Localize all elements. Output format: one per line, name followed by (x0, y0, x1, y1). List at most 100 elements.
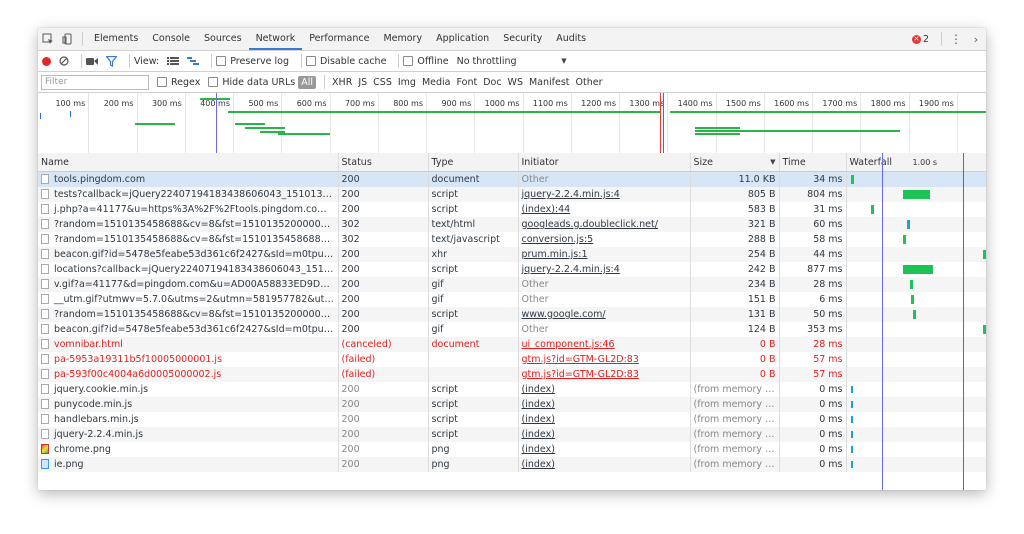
column-header-size[interactable]: Size ▼ (689, 153, 779, 172)
request-initiator-cell[interactable]: ui_component.js:46 (517, 337, 690, 352)
inspect-element-icon[interactable] (38, 28, 58, 50)
request-initiator-cell[interactable]: (index) (517, 412, 690, 427)
capture-screenshots-button[interactable] (86, 57, 98, 66)
waterfall-view-button[interactable] (187, 56, 200, 66)
request-name-cell[interactable]: ie.png (38, 457, 338, 472)
tab-sources[interactable]: Sources (197, 28, 249, 50)
table-row[interactable]: pa-593f00c4004a6d0005000002.js (failed) gt… (38, 367, 986, 382)
tab-application[interactable]: Application (429, 28, 496, 50)
table-row[interactable]: jquery-2.2.4.min.js 200 script (index) (from… (38, 427, 986, 442)
table-row[interactable]: ?random=1510135458688&cv=8&fst=151013520… (38, 217, 986, 232)
more-options-icon[interactable]: ⋮ (946, 28, 966, 50)
request-initiator-cell[interactable]: googleads.g.doubleclick.net/ (517, 217, 690, 232)
filter-input[interactable] (41, 74, 149, 90)
request-name-cell[interactable]: punycode.min.js (38, 397, 338, 412)
request-name-cell[interactable]: pa-5953a19311b5f10005000001.js (38, 352, 338, 367)
request-initiator-cell[interactable]: (index) (517, 457, 690, 472)
filter-type-other[interactable]: Other (573, 77, 606, 88)
filter-type-media[interactable]: Media (419, 77, 454, 88)
request-initiator-cell[interactable]: gtm.js?id=GTM-GL2D:83 (517, 367, 690, 382)
tab-performance[interactable]: Performance (302, 28, 376, 50)
request-name-cell[interactable]: __utm.gif?utmwv=5.7.0&utms=2&utmn=581957… (38, 292, 338, 307)
tab-console[interactable]: Console (145, 28, 197, 50)
request-initiator-cell[interactable]: (index) (517, 427, 690, 442)
table-row[interactable]: v.gif?a=41177&d=pingdom.com&u=AD00A58833… (38, 277, 986, 292)
table-row[interactable]: handlebars.min.js 200 script (index) (from m… (38, 412, 986, 427)
table-row[interactable]: vomnibar.html (canceled) document ui_compon… (38, 337, 986, 352)
request-name-cell[interactable]: vomnibar.html (38, 337, 338, 352)
table-row[interactable]: tests?callback=jQuery2240719418343860604… (38, 187, 986, 202)
filter-type-all[interactable]: All (298, 75, 317, 89)
offline-checkbox[interactable]: Offline (403, 56, 449, 67)
table-row[interactable]: tools.pingdom.com 200 document Other 11.0 KB… (38, 171, 986, 187)
column-header-status[interactable]: Status (337, 153, 428, 172)
request-name-cell[interactable]: v.gif?a=41177&d=pingdom.com&u=AD00A58833… (38, 277, 338, 292)
record-button[interactable] (42, 56, 51, 66)
disable-cache-checkbox[interactable]: Disable cache (306, 56, 386, 67)
clear-button[interactable] (59, 56, 69, 66)
table-row[interactable]: ie.png 200 png (index) (from memory ca... 0 m… (38, 457, 986, 472)
request-name-cell[interactable]: chrome.png (38, 442, 338, 457)
error-counter[interactable]: ✕ 2 (911, 34, 929, 45)
request-initiator-cell[interactable]: gtm.js?id=GTM-GL2D:83 (517, 352, 690, 367)
table-row[interactable]: jquery.cookie.min.js 200 script (index) (fro… (38, 382, 986, 397)
request-name-cell[interactable]: jquery.cookie.min.js (38, 382, 338, 397)
device-toolbar-icon[interactable] (58, 28, 78, 50)
chevron-right-icon[interactable]: › (966, 28, 986, 50)
table-row[interactable]: locations?callback=jQuery224071941834386… (38, 262, 986, 277)
request-name-cell[interactable]: handlebars.min.js (38, 412, 338, 427)
filter-type-ws[interactable]: WS (505, 77, 526, 88)
tab-elements[interactable]: Elements (87, 28, 145, 50)
request-initiator-cell[interactable]: jquery-2.2.4.min.js:4 (517, 187, 690, 202)
table-row[interactable]: beacon.gif?id=5478e5feabe53d361c6f2427&s… (38, 322, 986, 337)
table-row[interactable]: j.php?a=41177&u=https%3A%2F%2Ftools.ping… (38, 202, 986, 217)
request-name-cell[interactable]: tests?callback=jQuery2240719418343860604… (38, 187, 338, 202)
request-name-cell[interactable]: ?random=1510135458688&cv=8&fst=151013545… (38, 232, 338, 247)
table-row[interactable]: ?random=1510135458688&cv=8&fst=151013545… (38, 232, 986, 247)
request-name-cell[interactable]: jquery-2.2.4.min.js (38, 427, 338, 442)
tab-memory[interactable]: Memory (376, 28, 429, 50)
throttling-select[interactable]: No throttling ▼ (457, 56, 567, 67)
tab-security[interactable]: Security (496, 28, 549, 50)
filter-toggle-button[interactable] (106, 55, 117, 67)
filter-type-xhr[interactable]: XHR (329, 77, 355, 88)
filter-type-js[interactable]: JS (355, 77, 370, 88)
column-header-time[interactable]: Time (778, 153, 846, 172)
request-initiator-cell[interactable]: (index):44 (517, 202, 690, 217)
regex-checkbox[interactable]: Regex (157, 77, 200, 88)
filter-type-font[interactable]: Font (454, 77, 481, 88)
request-initiator-cell[interactable]: (index) (517, 382, 690, 397)
table-row[interactable]: beacon.gif?id=5478e5feabe53d361c6f2427&s… (38, 247, 986, 262)
request-name-cell[interactable]: beacon.gif?id=5478e5feabe53d361c6f2427&s… (38, 322, 338, 337)
request-name-cell[interactable]: ?random=1510135458688&cv=8&fst=151013520… (38, 307, 338, 322)
request-initiator-cell[interactable]: prum.min.js:1 (517, 247, 690, 262)
request-name-cell[interactable]: locations?callback=jQuery224071941834386… (38, 262, 338, 277)
request-initiator-cell[interactable]: www.google.com/ (517, 307, 690, 322)
table-row[interactable]: ?random=1510135458688&cv=8&fst=151013520… (38, 307, 986, 322)
request-name-cell[interactable]: j.php?a=41177&u=https%3A%2F%2Ftools.ping… (38, 202, 338, 217)
filter-type-manifest[interactable]: Manifest (526, 77, 573, 88)
preserve-log-checkbox[interactable]: Preserve log (216, 56, 289, 67)
large-rows-button[interactable] (167, 56, 180, 66)
request-name-cell[interactable]: beacon.gif?id=5478e5feabe53d361c6f2427&s… (38, 247, 338, 262)
table-row[interactable]: punycode.min.js 200 script (index) (from mem… (38, 397, 986, 412)
filter-type-doc[interactable]: Doc (480, 77, 504, 88)
request-initiator-cell[interactable]: jquery-2.2.4.min.js:4 (517, 262, 690, 277)
table-row[interactable]: chrome.png 200 png (index) (from memory ca..… (38, 442, 986, 457)
column-header-type[interactable]: Type (427, 153, 518, 172)
column-header-waterfall[interactable]: Waterfall 1.00 s (845, 153, 986, 172)
request-initiator-cell[interactable]: conversion.js:5 (517, 232, 690, 247)
tab-network[interactable]: Network (248, 28, 303, 50)
column-header-name[interactable]: Name (38, 153, 338, 172)
table-row[interactable]: __utm.gif?utmwv=5.7.0&utms=2&utmn=581957… (38, 292, 986, 307)
column-header-initiator[interactable]: Initiator (517, 153, 690, 172)
table-row[interactable]: pa-5953a19311b5f10005000001.js (failed) gt… (38, 352, 986, 367)
timeline-overview[interactable]: 100 ms 200 ms 300 ms 400 ms 500 ms 600 ms 700 … (38, 93, 986, 155)
hide-data-urls-checkbox[interactable]: Hide data URLs (208, 77, 295, 88)
tab-audits[interactable]: Audits (549, 28, 593, 50)
filter-type-img[interactable]: Img (395, 77, 419, 88)
filter-type-css[interactable]: CSS (370, 77, 395, 88)
request-name-cell[interactable]: ?random=1510135458688&cv=8&fst=151013520… (38, 217, 338, 232)
request-name-cell[interactable]: tools.pingdom.com (38, 171, 338, 187)
request-initiator-cell[interactable]: (index) (517, 397, 690, 412)
